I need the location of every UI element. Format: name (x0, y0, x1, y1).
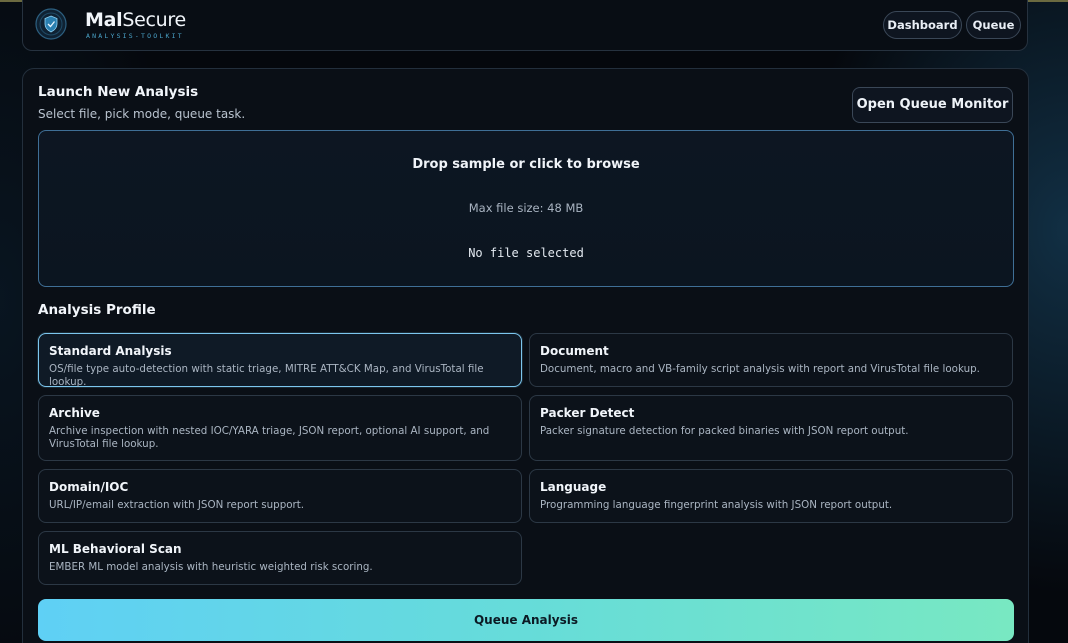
profile-card-title: Standard Analysis (49, 344, 172, 358)
profile-card-ml-behavioral-scan[interactable]: ML Behavioral Scan EMBER ML model analys… (38, 531, 522, 585)
open-queue-monitor-button[interactable]: Open Queue Monitor (852, 87, 1013, 123)
profile-card-title: Document (540, 344, 609, 358)
file-dropzone[interactable]: Drop sample or click to browse Max file … (38, 130, 1014, 287)
profile-card-domain-ioc[interactable]: Domain/IOC URL/IP/email extraction with … (38, 469, 522, 523)
profile-card-archive[interactable]: Archive Archive inspection with nested I… (38, 395, 522, 461)
profile-card-language[interactable]: Language Programming language fingerprin… (529, 469, 1013, 523)
brand-tagline: ANALYSIS-TOOLKIT (86, 32, 184, 40)
dropzone-max-size: Max file size: 48 MB (468, 201, 584, 215)
panel-title: Launch New Analysis (38, 84, 199, 100)
nav-dashboard-button[interactable]: Dashboard (883, 11, 962, 39)
shield-globe-icon (35, 8, 67, 40)
profile-card-description: URL/IP/email extraction with JSON report… (49, 499, 305, 511)
launch-analysis-panel: Launch New Analysis Select file, pick mo… (22, 68, 1029, 643)
profile-card-description: Document, macro and VB-family script ana… (540, 363, 980, 375)
app-header: MalSecure ANALYSIS-TOOLKIT Dashboard Que… (22, 0, 1028, 51)
profile-card-title: Packer Detect (540, 406, 635, 420)
panel-subtitle: Select file, pick mode, queue task. (38, 107, 246, 121)
profile-card-description: Packer signature detection for packed bi… (540, 425, 909, 437)
profile-card-title: Domain/IOC (49, 480, 129, 494)
brand-name-bold: Mal (85, 9, 123, 31)
profile-card-document[interactable]: Document Document, macro and VB-family s… (529, 333, 1013, 387)
dropzone-title: Drop sample or click to browse (412, 157, 640, 172)
analysis-profile-label: Analysis Profile (38, 302, 156, 318)
profile-card-description: EMBER ML model analysis with heuristic w… (49, 561, 373, 573)
queue-analysis-button[interactable]: Queue Analysis (38, 599, 1014, 641)
profile-card-title: Language (540, 480, 607, 494)
brand-name-rest: Secure (122, 9, 186, 31)
nav-queue-button[interactable]: Queue (966, 11, 1021, 39)
profile-card-title: Archive (49, 406, 100, 420)
profile-card-description: OS/file type auto-detection with static … (49, 363, 484, 388)
brand-name: MalSecure (85, 9, 186, 31)
profile-card-description: Programming language fingerprint analysi… (540, 499, 893, 511)
profile-card-title: ML Behavioral Scan (49, 542, 182, 556)
selected-file-status: No file selected (468, 246, 584, 260)
profile-card-standard-analysis[interactable]: Standard Analysis OS/file type auto-dete… (38, 333, 522, 388)
profile-card-packer-detect[interactable]: Packer Detect Packer signature detection… (529, 395, 1013, 461)
profile-card-description: Archive inspection with nested IOC/YARA … (49, 425, 490, 450)
